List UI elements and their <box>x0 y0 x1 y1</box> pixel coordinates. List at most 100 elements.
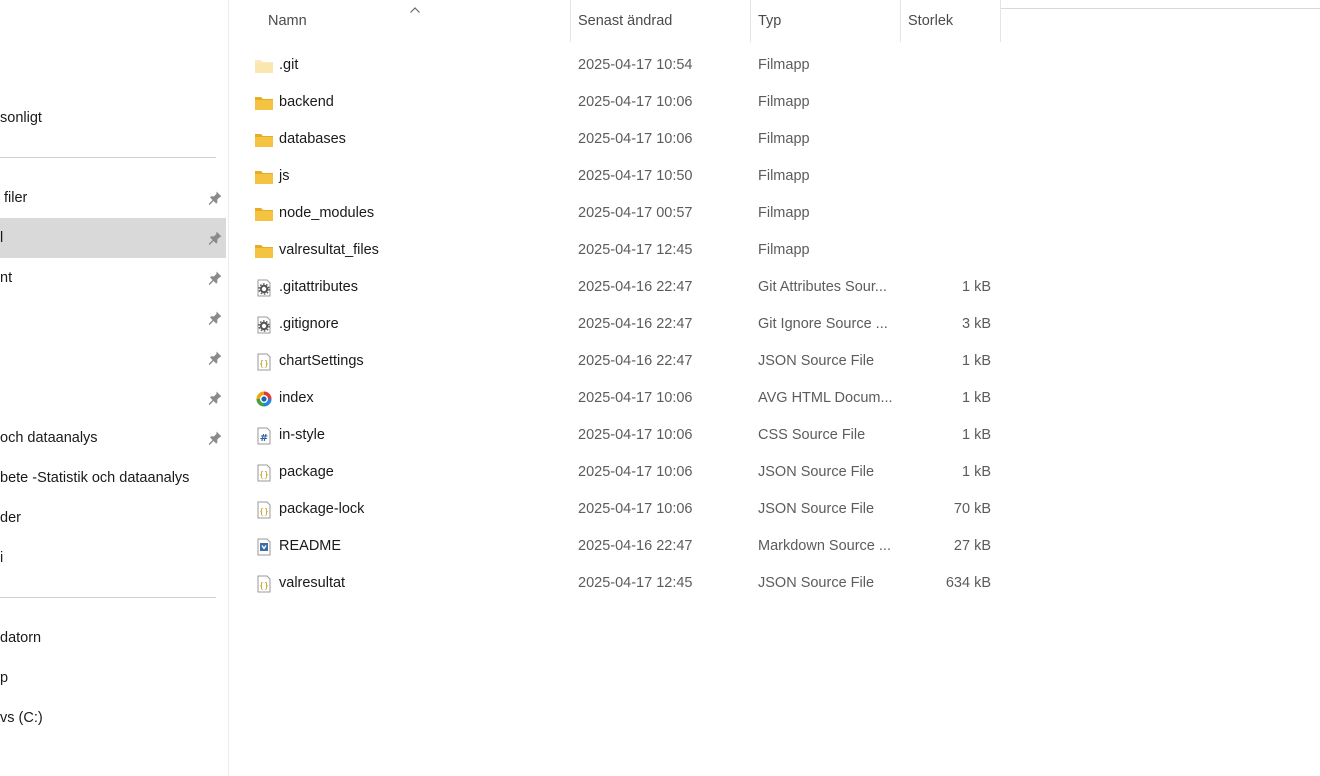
file-name: databases <box>279 131 346 147</box>
sidebar-item-label: bete -Statistik och dataanalys <box>0 470 190 486</box>
file-type: Filmapp <box>758 57 810 73</box>
file-row[interactable]: {} package-lock 2025-04-17 10:06 JSON So… <box>248 491 1000 528</box>
pin-icon <box>208 271 222 285</box>
file-modified: 2025-04-17 12:45 <box>578 575 693 591</box>
file-name: node_modules <box>279 205 375 221</box>
file-size: 1 kB <box>961 279 991 295</box>
file-name: valresultat <box>279 575 346 591</box>
file-name: valresultat_files <box>279 242 379 258</box>
sidebar-item-desktop[interactable]: p <box>0 658 226 698</box>
file-modified: 2025-04-16 22:47 <box>578 538 693 554</box>
sidebar-item-3[interactable]: nt <box>0 258 226 298</box>
file-row[interactable]: # in-style 2025-04-17 10:06 CSS Source F… <box>248 417 1000 454</box>
file-name: js <box>279 168 290 184</box>
sidebar-item-drive-c[interactable]: vs (C:) <box>0 698 226 738</box>
file-type: JSON Source File <box>758 575 875 591</box>
file-type: JSON Source File <box>758 464 875 480</box>
file-size: 1 kB <box>961 353 991 369</box>
file-row[interactable]: {} package 2025-04-17 10:06 JSON Source … <box>248 454 1000 491</box>
file-name: package-lock <box>279 501 365 517</box>
file-modified: 2025-04-17 10:06 <box>578 131 693 147</box>
file-modified: 2025-04-17 10:06 <box>578 464 693 480</box>
sidebar-item-folders[interactable]: der <box>0 498 226 538</box>
file-type: Filmapp <box>758 168 810 184</box>
column-divider[interactable] <box>900 0 901 42</box>
file-row[interactable]: backend 2025-04-17 10:06 Filmapp <box>248 84 1000 121</box>
column-header-size[interactable]: Storlek <box>908 0 998 42</box>
column-divider[interactable] <box>1000 0 1001 42</box>
json-file-icon: {} <box>257 575 271 593</box>
file-modified: 2025-04-16 22:47 <box>578 316 693 332</box>
column-divider[interactable] <box>750 0 751 42</box>
file-modified: 2025-04-17 00:57 <box>578 205 693 221</box>
config-file-icon <box>257 316 271 334</box>
navigation-pane: sonligt filer l nt och dataanalys bete -… <box>0 0 228 776</box>
file-row[interactable]: README 2025-04-16 22:47 Markdown Source … <box>248 528 1000 565</box>
file-row[interactable]: {} chartSettings 2025-04-16 22:47 JSON S… <box>248 343 1000 380</box>
sidebar-item-label: nt <box>0 270 13 286</box>
pin-icon <box>208 231 222 245</box>
sidebar-item-data-analysis[interactable]: och dataanalys <box>0 418 226 458</box>
config-file-icon <box>257 279 271 297</box>
sidebar-item-label: filer <box>4 190 28 206</box>
file-size: 1 kB <box>961 427 991 443</box>
file-name: package <box>279 464 334 480</box>
sidebar-item-statistics-project[interactable]: bete -Statistik och dataanalys <box>0 458 226 498</box>
sidebar-item-6[interactable] <box>0 378 226 418</box>
sidebar-item-this-pc[interactable]: datorn <box>0 618 226 658</box>
file-row[interactable]: .git 2025-04-17 10:54 Filmapp <box>248 47 1000 84</box>
file-type: Filmapp <box>758 242 810 258</box>
column-header-type[interactable]: Typ <box>758 0 898 42</box>
svg-text:{}: {} <box>259 470 269 479</box>
file-name: in-style <box>279 427 325 443</box>
sidebar-item-personal[interactable]: sonligt <box>0 98 226 138</box>
sidebar-item-files[interactable]: filer <box>0 178 226 218</box>
svg-text:{}: {} <box>259 507 269 516</box>
file-size: 70 kB <box>953 501 991 517</box>
markdown-file-icon <box>257 538 271 556</box>
sidebar-item-label: datorn <box>0 630 42 646</box>
file-row[interactable]: valresultat_files 2025-04-17 12:45 Filma… <box>248 232 1000 269</box>
folder-icon <box>255 97 273 110</box>
file-modified: 2025-04-17 10:50 <box>578 168 693 184</box>
sidebar-separator <box>0 157 216 158</box>
file-name: index <box>279 390 314 406</box>
file-modified: 2025-04-17 10:54 <box>578 57 693 73</box>
file-modified: 2025-04-17 10:06 <box>578 390 693 406</box>
file-type: Filmapp <box>758 94 810 110</box>
file-row[interactable]: node_modules 2025-04-17 00:57 Filmapp <box>248 195 1000 232</box>
file-type: Markdown Source ... <box>758 538 891 554</box>
file-type: Filmapp <box>758 131 810 147</box>
file-row[interactable]: databases 2025-04-17 10:06 Filmapp <box>248 121 1000 158</box>
file-size: 3 kB <box>961 316 991 332</box>
column-header-name[interactable]: Namn <box>268 0 568 42</box>
file-row[interactable]: .gitignore 2025-04-16 22:47 Git Ignore S… <box>248 306 1000 343</box>
sidebar-item-selected[interactable]: l <box>0 218 226 258</box>
file-name: chartSettings <box>279 353 364 369</box>
sidebar-divider[interactable] <box>228 0 229 776</box>
file-type: Git Attributes Sour... <box>758 279 887 295</box>
sidebar-item-4[interactable] <box>0 298 226 338</box>
file-row[interactable]: .gitattributes 2025-04-16 22:47 Git Attr… <box>248 269 1000 306</box>
file-size: 27 kB <box>953 538 991 554</box>
folder-icon <box>255 171 273 184</box>
column-header-modified[interactable]: Senast ändrad <box>578 0 748 42</box>
file-row[interactable]: js 2025-04-17 10:50 Filmapp <box>248 158 1000 195</box>
sidebar-item-label: p <box>0 670 9 686</box>
sidebar-item-label: sonligt <box>0 110 42 126</box>
svg-text:{}: {} <box>259 581 269 590</box>
file-modified: 2025-04-17 10:06 <box>578 427 693 443</box>
sidebar-item-label: l <box>0 230 4 246</box>
file-row[interactable]: {} valresultat 2025-04-17 12:45 JSON Sou… <box>248 565 1000 602</box>
file-modified: 2025-04-16 22:47 <box>578 279 693 295</box>
file-type: Git Ignore Source ... <box>758 316 888 332</box>
file-row[interactable]: index 2025-04-17 10:06 AVG HTML Docum...… <box>248 380 1000 417</box>
json-file-icon: {} <box>257 353 271 371</box>
sidebar-item-label: i <box>0 550 4 566</box>
sidebar-item-10[interactable]: i <box>0 538 226 578</box>
pin-icon <box>208 431 222 445</box>
svg-text:{}: {} <box>259 359 269 368</box>
column-divider[interactable] <box>570 0 571 42</box>
json-file-icon: {} <box>257 464 271 482</box>
sidebar-item-5[interactable] <box>0 338 226 378</box>
